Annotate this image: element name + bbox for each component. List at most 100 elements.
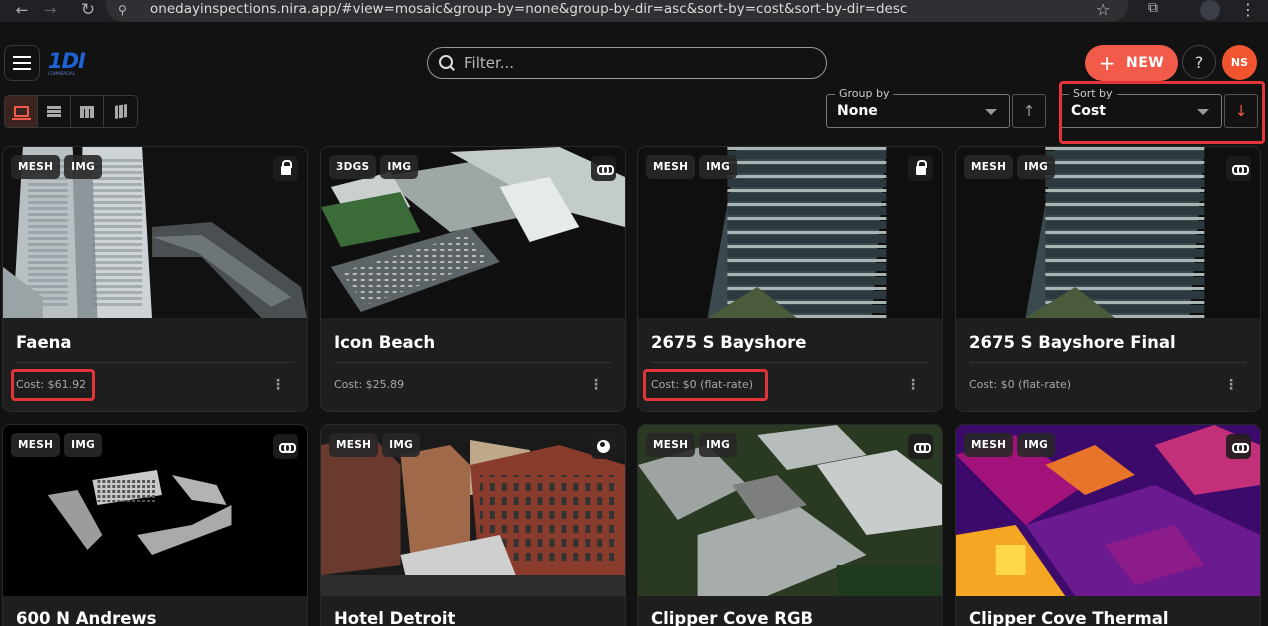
- tag-badge: MESH: [964, 155, 1014, 179]
- project-cost: Cost: $25.89: [334, 378, 405, 391]
- project-card[interactable]: MESH IMG Clipper Cove Thermal: [955, 424, 1261, 626]
- extensions-icon[interactable]: ⧉: [1148, 0, 1158, 16]
- project-card[interactable]: MESH IMG 2675 S Bayshore Final Cost: $0 …: [955, 146, 1261, 412]
- link-button[interactable]: [908, 434, 933, 459]
- lock-button[interactable]: [273, 156, 298, 181]
- project-cost: Cost: $0 (flat-rate): [651, 378, 754, 391]
- project-card[interactable]: MESH IMG 2675 S Bayshore Cost: $0 (flat-…: [637, 146, 943, 412]
- tag-list: 3DGS IMG: [329, 155, 419, 179]
- project-title[interactable]: Hotel Detroit: [334, 609, 455, 626]
- link-button[interactable]: [1226, 434, 1251, 459]
- tag-badge: MESH: [964, 433, 1014, 457]
- tag-list: MESH IMG: [964, 433, 1056, 457]
- address-bar[interactable]: ⚲ onedayinspections.nira.app/#view=mosai…: [106, 0, 1128, 22]
- project-title[interactable]: 2675 S Bayshore: [651, 333, 807, 352]
- project-card[interactable]: MESH IMG Faena Cost: $61.92 ⋮: [2, 146, 308, 412]
- more-options-icon[interactable]: ⋮: [271, 377, 285, 393]
- project-title[interactable]: Clipper Cove Thermal: [969, 609, 1169, 626]
- link-button[interactable]: [591, 156, 616, 181]
- tag-badge: IMG: [1017, 155, 1056, 179]
- project-card[interactable]: 3DGS IMG Icon Beach Cost: $25.89 ⋮: [320, 146, 626, 412]
- link-button[interactable]: [273, 434, 298, 459]
- mosaic-view-button[interactable]: [5, 96, 38, 127]
- sort-by-value: Cost: [1071, 103, 1106, 119]
- divider: [16, 362, 294, 363]
- filter-field[interactable]: [427, 47, 827, 79]
- group-by-label: Group by: [835, 87, 894, 100]
- chevron-down-icon: [985, 109, 997, 115]
- tag-badge: MESH: [11, 433, 61, 457]
- link-icon: [1231, 442, 1249, 453]
- tag-badge: IMG: [1017, 433, 1056, 457]
- laptop-icon: [11, 106, 31, 120]
- globe-button[interactable]: [591, 434, 616, 459]
- project-title[interactable]: Clipper Cove RGB: [651, 609, 813, 626]
- sort-by-label: Sort by: [1069, 87, 1117, 100]
- hamburger-menu-button[interactable]: [4, 45, 40, 81]
- bookmark-star-icon[interactable]: ☆: [1096, 0, 1110, 19]
- tag-badge: MESH: [329, 433, 379, 457]
- site-settings-icon[interactable]: ⚲: [118, 3, 134, 17]
- table-view-button[interactable]: [71, 96, 104, 127]
- user-avatar[interactable]: NS: [1222, 45, 1257, 80]
- more-options-icon[interactable]: ⋮: [1224, 377, 1238, 393]
- group-by-value: None: [837, 103, 878, 119]
- link-button[interactable]: [1226, 156, 1251, 181]
- link-icon: [278, 442, 296, 453]
- list-icon: [47, 106, 61, 117]
- help-button[interactable]: ?: [1182, 45, 1216, 79]
- lock-button[interactable]: [908, 156, 933, 181]
- logo[interactable]: 1DI COMMERCIAL: [48, 50, 88, 76]
- link-icon: [1231, 164, 1249, 175]
- tag-badge: MESH: [11, 155, 61, 179]
- tag-badge: MESH: [646, 155, 696, 179]
- sort-by-select[interactable]: Sort by Cost: [1060, 87, 1222, 128]
- tag-list: MESH IMG: [11, 155, 103, 179]
- tag-badge: MESH: [646, 433, 696, 457]
- project-title[interactable]: Icon Beach: [334, 333, 435, 352]
- divider: [334, 362, 612, 363]
- tag-badge: IMG: [64, 155, 103, 179]
- tag-badge: IMG: [64, 433, 103, 457]
- tag-badge: 3DGS: [329, 155, 377, 179]
- tag-badge: IMG: [699, 433, 738, 457]
- new-button[interactable]: + NEW: [1085, 45, 1178, 81]
- tag-list: MESH IMG: [646, 155, 738, 179]
- sort-direction-button[interactable]: ↓: [1224, 94, 1258, 128]
- project-title[interactable]: 600 N Andrews: [16, 609, 156, 626]
- url-text[interactable]: onedayinspections.nira.app/#view=mosaic&…: [150, 1, 907, 17]
- search-icon: [438, 54, 456, 72]
- browser-menu-icon[interactable]: ⋮: [1240, 0, 1256, 19]
- browser-profile-avatar[interactable]: [1200, 0, 1220, 20]
- tag-badge: IMG: [382, 433, 421, 457]
- forward-arrow-icon[interactable]: →: [40, 0, 60, 20]
- project-card[interactable]: MESH IMG Hotel Detroit: [320, 424, 626, 626]
- group-by-select[interactable]: Group by None: [826, 87, 1010, 128]
- table-icon: [80, 105, 94, 118]
- reload-icon[interactable]: ↻: [78, 0, 98, 20]
- project-title[interactable]: Faena: [16, 333, 72, 352]
- plus-icon: +: [1098, 51, 1117, 75]
- back-arrow-icon[interactable]: ←: [12, 0, 32, 20]
- tag-badge: IMG: [380, 155, 419, 179]
- tag-list: MESH IMG: [329, 433, 421, 457]
- group-direction-button[interactable]: ↑: [1012, 94, 1046, 128]
- project-card[interactable]: MESH IMG Clipper Cove RGB: [637, 424, 943, 626]
- chevron-down-icon: [1197, 109, 1209, 115]
- list-view-button[interactable]: [38, 96, 71, 127]
- link-icon: [596, 164, 614, 175]
- project-card[interactable]: MESH IMG 600 N Andrews: [2, 424, 308, 626]
- tag-list: MESH IMG: [11, 433, 103, 457]
- view-mode-toggle: [4, 95, 138, 128]
- map-view-button[interactable]: [104, 96, 137, 127]
- map-icon: [114, 104, 127, 119]
- logo-text: 1DI: [48, 49, 86, 73]
- project-title[interactable]: 2675 S Bayshore Final: [969, 333, 1176, 352]
- more-options-icon[interactable]: ⋮: [906, 377, 920, 393]
- divider: [651, 362, 929, 363]
- project-cost: Cost: $61.92: [16, 378, 87, 391]
- more-options-icon[interactable]: ⋮: [589, 377, 603, 393]
- menu-line: [13, 62, 31, 64]
- divider: [969, 362, 1247, 363]
- filter-input[interactable]: [464, 54, 804, 72]
